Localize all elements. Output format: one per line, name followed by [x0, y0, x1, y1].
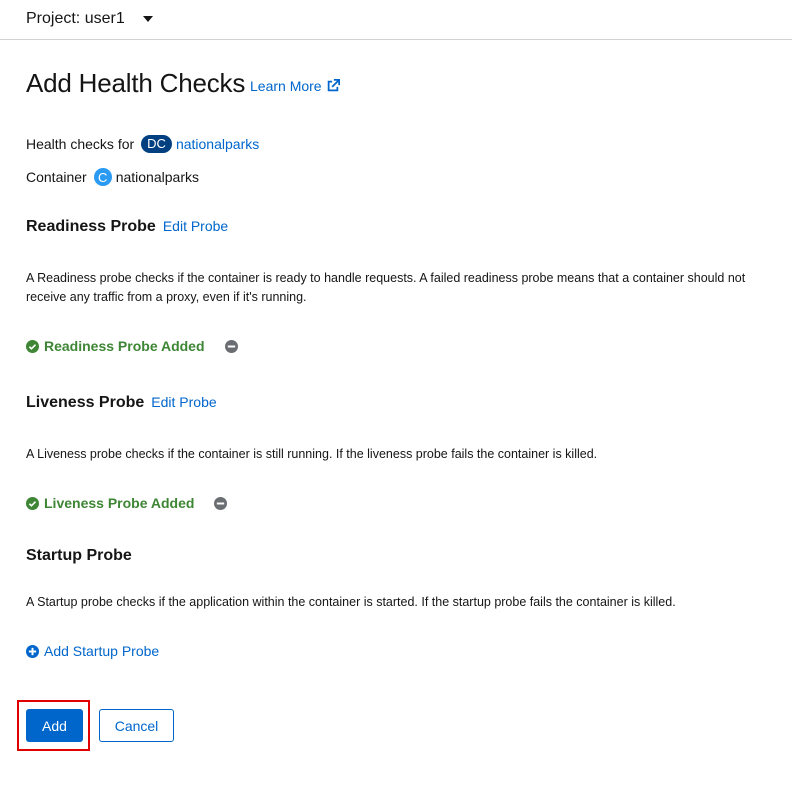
readiness-status-label: Readiness Probe Added — [44, 338, 205, 354]
add-button[interactable]: Add — [26, 709, 83, 742]
container-badge: C — [93, 168, 112, 186]
readiness-probe-title: Readiness Probe — [26, 218, 156, 235]
learn-more-link[interactable]: Learn More — [250, 78, 340, 94]
startup-probe-heading: Startup Probe — [26, 547, 132, 565]
liveness-probe-title: Liveness Probe — [26, 394, 145, 411]
learn-more-label: Learn More — [250, 78, 322, 94]
readiness-probe-status: Readiness Probe Added — [26, 338, 238, 354]
remove-readiness-probe-button[interactable] — [224, 339, 238, 353]
readiness-edit-probe-link[interactable]: Edit Probe — [163, 218, 228, 234]
project-label: Project: user1 — [26, 10, 125, 27]
page-title: Add Health Checks — [26, 68, 246, 98]
resource-link[interactable]: nationalparks — [176, 136, 259, 152]
check-circle-icon — [26, 496, 39, 510]
readiness-probe-heading: Readiness Probe Edit Probe — [26, 218, 228, 236]
liveness-status-label: Liveness Probe Added — [44, 495, 195, 511]
project-bar: Project: user1 — [0, 0, 792, 40]
startup-probe-description: A Startup probe checks if the applicatio… — [26, 595, 676, 609]
startup-probe-title: Startup Probe — [26, 547, 132, 564]
liveness-probe-description: A Liveness probe checks if the container… — [26, 447, 598, 461]
container-label: Container — [26, 169, 87, 185]
external-link-icon — [327, 79, 340, 92]
liveness-probe-status: Liveness Probe Added — [26, 495, 228, 511]
caret-down-icon — [142, 16, 153, 22]
readiness-probe-description: A Readiness probe checks if the containe… — [26, 271, 746, 304]
liveness-edit-probe-link[interactable]: Edit Probe — [151, 394, 216, 410]
check-circle-icon — [26, 339, 39, 353]
health-checks-for-row: Health checks for DC nationalparks — [26, 135, 259, 153]
container-name: nationalparks — [115, 169, 199, 185]
project-selector[interactable]: Project: user1 — [26, 8, 153, 30]
container-row: Container C nationalparks — [26, 168, 199, 186]
liveness-probe-heading: Liveness Probe Edit Probe — [26, 394, 217, 412]
add-startup-probe-button[interactable]: Add Startup Probe — [26, 643, 159, 659]
plus-circle-icon — [26, 644, 39, 658]
resource-badge: DC — [141, 135, 172, 153]
cancel-button[interactable]: Cancel — [99, 709, 174, 742]
remove-liveness-probe-button[interactable] — [214, 496, 228, 510]
minus-circle-icon — [224, 339, 238, 353]
health-checks-for-label: Health checks for — [26, 136, 135, 152]
minus-circle-icon — [214, 496, 228, 510]
add-startup-probe-label: Add Startup Probe — [44, 643, 160, 659]
